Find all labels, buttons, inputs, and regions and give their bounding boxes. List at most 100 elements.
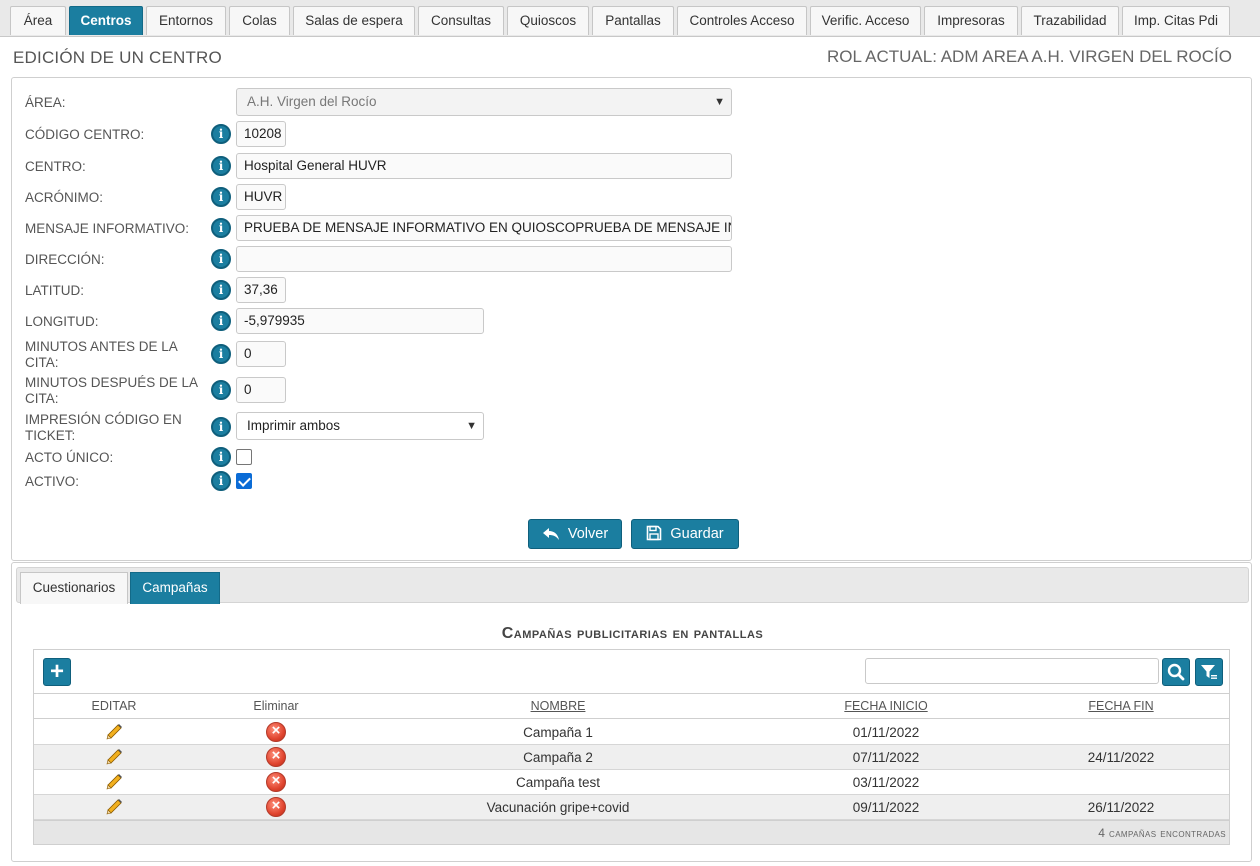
tab-colas[interactable]: Colas	[229, 6, 290, 35]
centro-input[interactable]: Hospital General HUVR	[236, 153, 732, 179]
tab-consultas[interactable]: Consultas	[418, 6, 504, 35]
grid-title: Campañas publicitarias en pantallas	[501, 625, 764, 642]
minutos-despues-input[interactable]: 0	[236, 377, 286, 403]
grid-search-input[interactable]	[865, 658, 1159, 684]
header-fecha-inicio[interactable]: FECHA INICIO	[826, 699, 946, 713]
tab-area[interactable]: Área	[10, 6, 66, 35]
tab-entornos[interactable]: Entornos	[146, 6, 226, 35]
row-fecha-fin: 24/11/2022	[1087, 750, 1155, 765]
header-eliminar: Eliminar	[253, 699, 299, 713]
pencil-icon[interactable]	[104, 798, 124, 816]
tab-pantallas[interactable]: Pantallas	[592, 6, 674, 35]
tab-quioscos[interactable]: Quioscos	[507, 6, 589, 35]
pencil-icon[interactable]	[104, 723, 124, 741]
row-nombre: Campaña test	[515, 775, 601, 790]
row-fecha-inicio: 07/11/2022	[852, 750, 920, 765]
delete-icon[interactable]: ×	[266, 797, 286, 817]
header-nombre[interactable]: NOMBRE	[498, 699, 618, 713]
filter-icon	[1201, 665, 1217, 679]
guardar-button[interactable]: Guardar	[631, 519, 739, 549]
pencil-icon[interactable]	[104, 773, 124, 791]
chevron-down-icon: ▼	[714, 96, 725, 108]
codigo-centro-input[interactable]: 10208	[236, 121, 286, 147]
volver-label: Volver	[567, 526, 609, 542]
longitud-input[interactable]: -5,979935	[236, 308, 484, 334]
activo-label: ACTIVO:	[25, 474, 80, 489]
info-icon[interactable]: i	[211, 311, 231, 331]
row-nombre: Campaña 1	[523, 725, 593, 740]
add-campaign-button[interactable]: +	[43, 658, 71, 686]
acronimo-input[interactable]: HUVR	[236, 184, 286, 210]
tab-impresoras[interactable]: Impresoras	[924, 6, 1018, 35]
info-icon[interactable]: i	[211, 417, 231, 437]
search-icon	[1167, 663, 1185, 681]
tab-cuestionarios[interactable]: Cuestionarios	[20, 572, 128, 604]
tab-centros[interactable]: Centros	[69, 6, 143, 35]
info-icon[interactable]: i	[211, 344, 231, 364]
grid-header: EDITAR Eliminar NOMBRE FECHA INICIO FECH…	[34, 693, 1229, 719]
row-nombre: Vacunación gripe+covid	[486, 800, 630, 815]
tab-trazabilidad[interactable]: Trazabilidad	[1021, 6, 1119, 35]
row-nombre: Campaña 2	[523, 750, 593, 765]
longitud-label: LONGITUD:	[25, 314, 99, 329]
table-row: × Campaña test 03/11/2022	[34, 770, 1229, 795]
centro-label: CENTRO:	[25, 159, 86, 174]
related-tabs-panel: Cuestionarios Campañas Campañas publicit…	[11, 562, 1252, 862]
latitud-input[interactable]: 37,36	[236, 277, 286, 303]
delete-icon[interactable]: ×	[266, 772, 286, 792]
table-row: × Campaña 2 07/11/2022 24/11/2022	[34, 745, 1229, 770]
row-fecha-inicio: 01/11/2022	[852, 725, 920, 740]
table-row: × Vacunación gripe+covid 09/11/2022 26/1…	[34, 795, 1229, 820]
area-select-value: A.H. Virgen del Rocío	[247, 94, 377, 109]
top-nav: Área Centros Entornos Colas Salas de esp…	[0, 0, 1260, 37]
tab-salas-de-espera[interactable]: Salas de espera	[293, 6, 415, 35]
header-fecha-fin[interactable]: FECHA FIN	[1061, 699, 1181, 713]
subtab-bar: Cuestionarios Campañas	[16, 567, 1249, 604]
mensaje-informativo-input[interactable]: PRUEBA DE MENSAJE INFORMATIVO EN QUIOSCO…	[236, 215, 732, 241]
minutos-antes-input[interactable]: 0	[236, 341, 286, 367]
info-icon[interactable]: i	[211, 471, 231, 491]
pencil-icon[interactable]	[104, 748, 124, 766]
info-icon[interactable]: i	[211, 380, 231, 400]
direccion-input[interactable]	[236, 246, 732, 272]
info-icon[interactable]: i	[211, 218, 231, 238]
floppy-disk-icon	[646, 521, 662, 549]
page-title: EDICIÓN DE UN CENTRO	[13, 48, 222, 67]
activo-checkbox[interactable]	[236, 473, 252, 489]
grid-toolbar: +	[34, 650, 1229, 693]
delete-icon[interactable]: ×	[266, 747, 286, 767]
records-count: 4 campañas encontradas	[1098, 826, 1226, 840]
latitud-label: LATITUD:	[25, 283, 85, 298]
info-icon[interactable]: i	[211, 124, 231, 144]
direccion-label: DIRECCIÓN:	[25, 252, 105, 267]
impresion-codigo-label: IMPRESIÓN CÓDIGO EN TICKET:	[25, 412, 182, 443]
row-fecha-fin: 26/11/2022	[1087, 800, 1155, 815]
row-fecha-inicio: 09/11/2022	[852, 800, 920, 815]
info-icon[interactable]: i	[211, 280, 231, 300]
area-label: ÁREA:	[25, 95, 66, 110]
impresion-codigo-value: Imprimir ambos	[247, 418, 341, 433]
acto-unico-checkbox[interactable]	[236, 449, 252, 465]
info-icon[interactable]: i	[211, 249, 231, 269]
tab-controles-acceso[interactable]: Controles Acceso	[677, 6, 807, 35]
filter-button[interactable]	[1195, 658, 1223, 686]
chevron-down-icon: ▼	[466, 420, 477, 432]
tab-campanas[interactable]: Campañas	[130, 572, 220, 604]
volver-button[interactable]: Volver	[528, 519, 622, 549]
info-icon[interactable]: i	[211, 156, 231, 176]
acto-unico-label: ACTO ÚNICO:	[25, 450, 114, 465]
info-icon[interactable]: i	[211, 447, 231, 467]
delete-icon[interactable]: ×	[266, 722, 286, 742]
codigo-centro-label: CÓDIGO CENTRO:	[25, 127, 145, 142]
tab-verific-acceso[interactable]: Verific. Acceso	[810, 6, 921, 35]
grid-footer: 4 campañas encontradas	[34, 820, 1229, 844]
info-icon[interactable]: i	[211, 187, 231, 207]
impresion-codigo-select[interactable]: Imprimir ambos ▼	[236, 412, 484, 440]
tab-imp-citas-pdi[interactable]: Imp. Citas Pdi	[1122, 6, 1230, 35]
back-arrow-icon	[542, 521, 560, 549]
header-editar: EDITAR	[91, 699, 137, 713]
acronimo-label: ACRÓNIMO:	[25, 190, 104, 205]
search-button[interactable]	[1162, 658, 1190, 686]
mensaje-informativo-label: MENSAJE INFORMATIVO:	[25, 221, 190, 236]
campaigns-grid: + EDITAR Eliminar NOMBRE FECHA INICIO FE…	[33, 649, 1230, 845]
